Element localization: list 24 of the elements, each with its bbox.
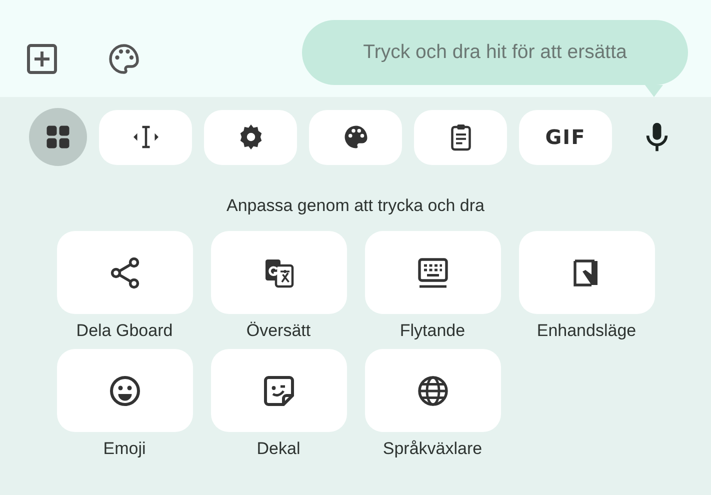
- add-icon: [24, 41, 60, 77]
- tile-label: Dela Gboard: [76, 321, 173, 342]
- theme-button[interactable]: [309, 110, 402, 164]
- palette-icon: [106, 41, 142, 77]
- gif-button[interactable]: GIF: [519, 110, 612, 164]
- feature-tile[interactable]: [364, 349, 500, 432]
- instruction-text: Anpassa genom att trycka och dra: [226, 196, 484, 216]
- tile-label: Översätt: [246, 321, 311, 342]
- feature-tile[interactable]: [56, 349, 192, 432]
- settings-button[interactable]: [204, 110, 297, 164]
- feature-tile[interactable]: [210, 349, 346, 432]
- clipboard-button[interactable]: [414, 110, 507, 164]
- tooltip: Tryck och dra hit för att ersätta: [302, 20, 688, 85]
- text-edit-button[interactable]: [99, 110, 192, 164]
- tile-label: Dekal: [256, 439, 300, 460]
- feature-tile[interactable]: [210, 231, 346, 314]
- tile-label: Språkväxlare: [382, 439, 482, 460]
- feature-tile[interactable]: [56, 231, 192, 314]
- feature-tile[interactable]: [364, 231, 500, 314]
- tile-label: Emoji: [103, 439, 146, 460]
- tile-label: Enhandsläge: [536, 321, 636, 342]
- feature-tile[interactable]: [518, 231, 654, 314]
- tile-label: Flytande: [400, 321, 466, 342]
- tooltip-tail: [645, 85, 663, 97]
